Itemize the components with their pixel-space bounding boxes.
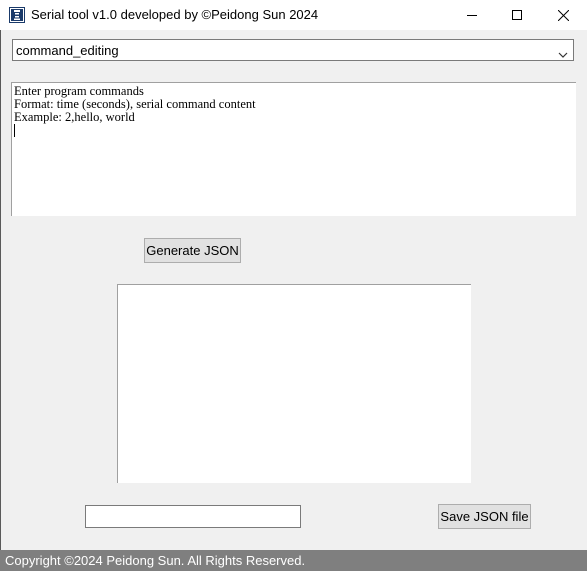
status-bar: Copyright ©2024 Peidong Sun. All Rights … [0, 550, 587, 571]
chevron-down-icon[interactable] [558, 46, 568, 64]
minimize-icon [467, 10, 477, 20]
app-window: Serial tool v1.0 developed by ©Peidong S… [0, 0, 587, 571]
maximize-icon [512, 10, 522, 20]
mode-select-value: command_editing [16, 43, 119, 58]
close-button[interactable] [540, 0, 586, 30]
editor-line: Example: 2,hello, world [14, 110, 135, 124]
mode-select[interactable]: command_editing [12, 39, 574, 61]
json-output-area[interactable] [117, 284, 471, 483]
save-json-button[interactable]: Save JSON file [438, 504, 531, 529]
filename-input[interactable] [85, 505, 301, 528]
copyright-text: Copyright ©2024 Peidong Sun. All Rights … [5, 553, 306, 568]
window-border [0, 30, 1, 550]
command-editor[interactable]: Enter program commands Format: time (sec… [11, 82, 576, 216]
minimize-button[interactable] [449, 0, 495, 30]
title-bar[interactable]: Serial tool v1.0 developed by ©Peidong S… [0, 0, 587, 30]
maximize-button[interactable] [494, 0, 540, 30]
text-caret [14, 124, 15, 137]
close-icon [557, 9, 569, 21]
generate-json-button[interactable]: Generate JSON [144, 238, 241, 263]
window-title: Serial tool v1.0 developed by ©Peidong S… [31, 7, 319, 22]
app-icon [9, 7, 25, 23]
